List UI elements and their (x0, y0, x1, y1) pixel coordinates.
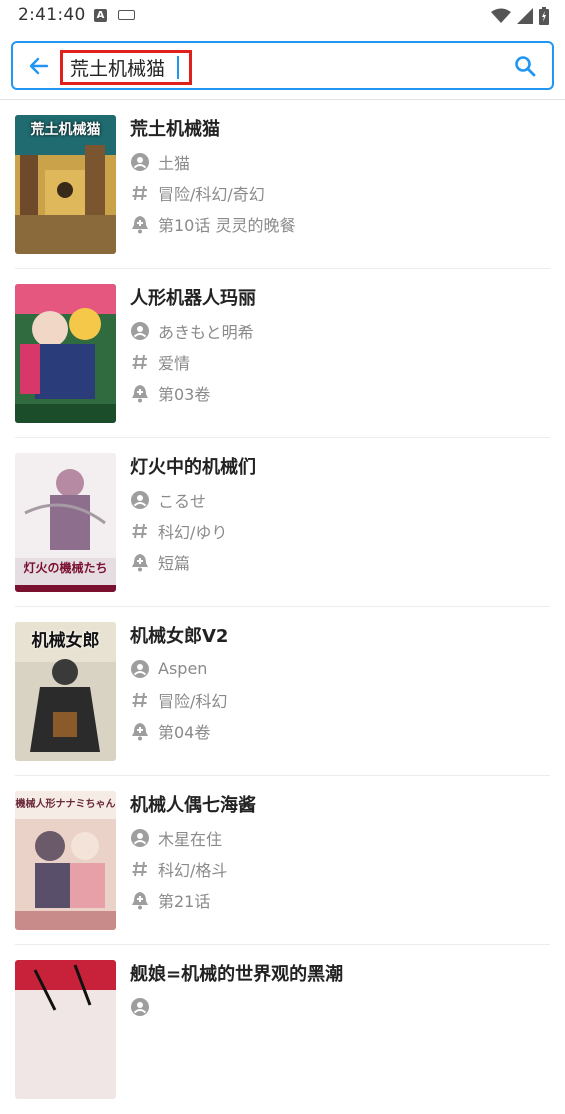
comic-title: 机械人偶七海酱 (130, 795, 256, 816)
comic-cover: 灯火の機械たち (15, 453, 116, 592)
author-row: あきもと明希 (130, 315, 550, 346)
arrow-left-icon (29, 57, 49, 75)
comic-tags: 冒险/科幻/奇幻 (158, 184, 265, 204)
text-caret (177, 56, 179, 79)
hash-icon (130, 521, 150, 541)
search-button[interactable] (511, 52, 539, 80)
latest-chapter: 第21话 (158, 891, 211, 911)
accessibility-notification-icon: A (94, 9, 107, 22)
bell-plus-icon (130, 383, 150, 403)
status-time: 2:41:40 (18, 5, 86, 25)
latest-row: 第10话 灵灵的晚餐 (130, 208, 550, 239)
battery-icon (539, 7, 549, 25)
author-row: Aspen (130, 653, 550, 684)
person-icon (130, 997, 150, 1017)
bell-plus-icon (130, 214, 150, 234)
comic-cover (15, 284, 116, 423)
search-input[interactable] (70, 56, 176, 79)
author-name: 土猫 (158, 153, 191, 173)
hash-icon (130, 690, 150, 710)
comic-tags: 科幻/ゆり (158, 522, 228, 542)
person-icon (130, 828, 150, 848)
comic-tags: 爱情 (158, 353, 191, 373)
status-bar: 2:41:40 A (0, 0, 565, 32)
latest-row: 第21话 (130, 884, 550, 915)
tags-row: 爱情 (130, 346, 550, 377)
signal-icon (517, 8, 533, 24)
author-row: こるせ (130, 484, 550, 515)
person-icon (130, 659, 150, 679)
author-name: Aspen (158, 659, 208, 678)
latest-row: 短篇 (130, 546, 550, 577)
result-info: 灯火中的机械们 こるせ 科幻/ゆり 短篇 (130, 454, 550, 577)
result-item[interactable]: 舰娘=机械的世界观的黑潮 (15, 945, 550, 1114)
tags-row: 冒险/科幻/奇幻 (130, 177, 550, 208)
search-header (0, 32, 565, 100)
tags-row: 冒险/科幻 (130, 684, 550, 715)
author-name: 木星在住 (158, 829, 223, 849)
bell-plus-icon (130, 552, 150, 572)
wifi-icon (491, 8, 511, 23)
hash-icon (130, 352, 150, 372)
comic-tags: 科幻/格斗 (158, 860, 228, 880)
result-info: 机械人偶七海酱 木星在住 科幻/格斗 第21话 (130, 792, 550, 915)
comic-title: 人形机器人玛丽 (130, 288, 256, 309)
latest-chapter: 短篇 (158, 553, 191, 573)
cover-title: 荒土机械猫 (30, 122, 101, 138)
comic-cover (15, 960, 116, 1099)
result-info: 机械女郎V2 Aspen 冒险/科幻 第04卷 (130, 623, 550, 746)
author-row: 木星在住 (130, 822, 550, 853)
comic-title: 荒土机械猫 (130, 119, 220, 140)
status-icons (491, 6, 549, 26)
cover-title: 機械人形ナナミちゃん (15, 799, 116, 810)
result-item[interactable]: 荒土机械猫 荒土机械猫 土猫 冒险/科幻/奇幻 第10话 灵灵的晚餐 (15, 100, 550, 269)
latest-chapter: 第03卷 (158, 384, 211, 404)
comic-tags: 冒险/科幻 (158, 691, 228, 711)
author-name: あきもと明希 (158, 322, 254, 342)
comic-title: 舰娘=机械的世界观的黑潮 (130, 964, 344, 985)
author-row: 土猫 (130, 146, 550, 177)
latest-chapter: 第04卷 (158, 722, 211, 742)
search-box (11, 41, 554, 90)
comic-title: 灯火中的机械们 (130, 457, 256, 478)
cover-art (15, 284, 116, 423)
keyboard-notification-icon (118, 10, 135, 20)
author-name: こるせ (158, 491, 207, 511)
latest-chapter: 第10话 灵灵的晚餐 (158, 215, 296, 235)
cover-title: 机械女郎 (31, 631, 100, 651)
cover-art (15, 791, 116, 930)
person-icon (130, 490, 150, 510)
result-item[interactable]: 人形机器人玛丽 あきもと明希 爱情 第03卷 (15, 269, 550, 438)
search-query-highlight (60, 50, 192, 85)
person-icon (130, 321, 150, 341)
cover-art (15, 960, 116, 1099)
hash-icon (130, 183, 150, 203)
result-info: 舰娘=机械的世界观的黑潮 (130, 961, 550, 1022)
result-info: 人形机器人玛丽 あきもと明希 爱情 第03卷 (130, 285, 550, 408)
result-item[interactable]: 机械女郎 机械女郎V2 Aspen 冒险/科幻 第04卷 (15, 607, 550, 776)
cover-title: 灯火の機械たち (23, 561, 108, 575)
comic-title: 机械女郎V2 (130, 626, 229, 647)
search-result-list: 荒土机械猫 荒土机械猫 土猫 冒险/科幻/奇幻 第10话 灵灵的晚餐 人形机器人… (0, 100, 565, 1114)
person-icon (130, 152, 150, 172)
latest-row: 第03卷 (130, 377, 550, 408)
result-item[interactable]: 灯火の機械たち 灯火中的机械们 こるせ 科幻/ゆり 短篇 (15, 438, 550, 607)
comic-cover: 机械女郎 (15, 622, 116, 761)
back-button[interactable] (25, 52, 53, 80)
result-item[interactable]: 機械人形ナナミちゃん 机械人偶七海酱 木星在住 科幻/格斗 第21话 (15, 776, 550, 945)
comic-cover: 荒土机械猫 (15, 115, 116, 254)
bell-plus-icon (130, 890, 150, 910)
tags-row: 科幻/ゆり (130, 515, 550, 546)
result-info: 荒土机械猫 土猫 冒险/科幻/奇幻 第10话 灵灵的晚餐 (130, 116, 550, 239)
latest-row: 第04卷 (130, 715, 550, 746)
search-icon (515, 56, 536, 77)
bell-plus-icon (130, 721, 150, 741)
comic-cover: 機械人形ナナミちゃん (15, 791, 116, 930)
hash-icon (130, 859, 150, 879)
author-row (130, 991, 550, 1022)
tags-row: 科幻/格斗 (130, 853, 550, 884)
